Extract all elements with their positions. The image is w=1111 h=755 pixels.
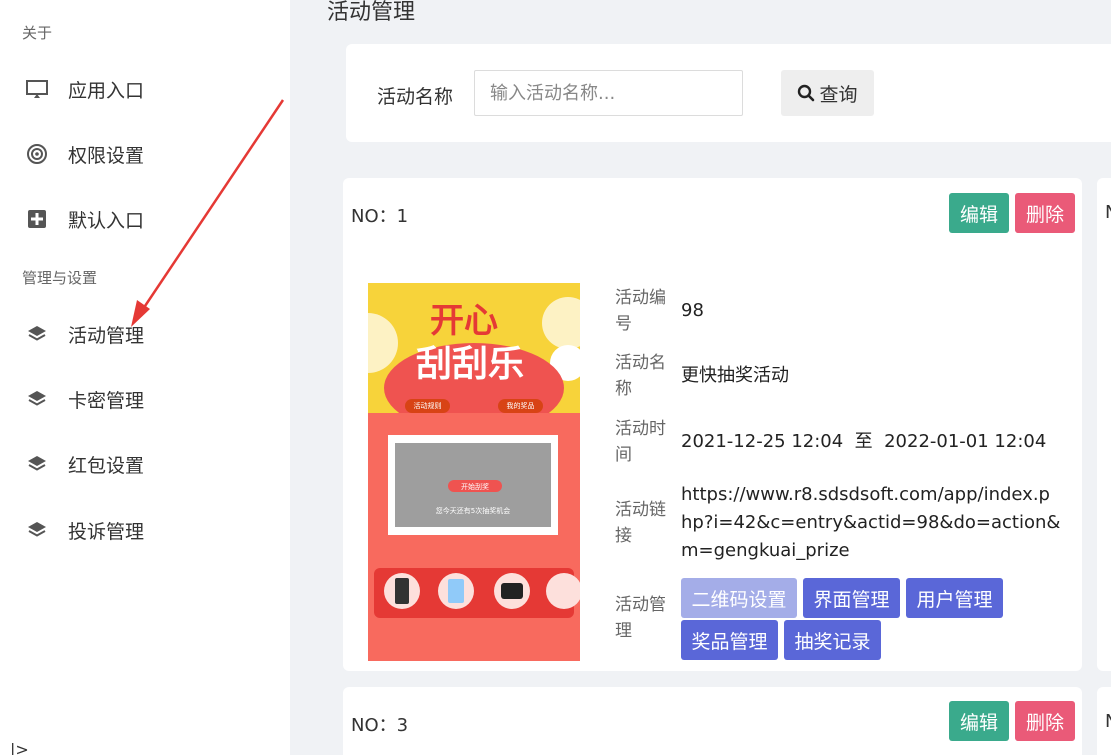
search-icon [798, 84, 815, 102]
sidebar-item-label: 权限设置 [68, 144, 145, 167]
sidebar-item-label: 应用入口 [68, 79, 145, 102]
sidebar-item-label: 活动管理 [68, 324, 145, 347]
layers-icon [24, 451, 50, 477]
sidebar-item-app-entry[interactable]: 应用入口 [24, 69, 274, 109]
label-activity-link: 活动链接 [615, 500, 666, 546]
sidebar: 关于 应用入口 权限设置 默认入口 管理与设置 活动管理 卡密管理 红包设置 投… [0, 0, 290, 755]
plus-square-icon [24, 206, 50, 232]
card-number: NO：3 [351, 715, 409, 736]
sidebar-item-activity-management[interactable]: 活动管理 [24, 314, 274, 354]
interface-management-button[interactable]: 界面管理 [803, 578, 900, 618]
card-number-partial: N [1105, 711, 1111, 732]
qrcode-settings-button[interactable]: 二维码设置 [681, 578, 797, 618]
value-activity-name: 更快抽奖活动 [681, 365, 789, 386]
monitor-icon [24, 76, 50, 102]
activity-card: NO：1 编辑 删除 开心 刮刮乐 活动规则 我的奖品 开始刮奖 您今天还有5次… [343, 178, 1082, 671]
user-management-button[interactable]: 用户管理 [906, 578, 1003, 618]
label-activity-time: 活动时间 [615, 419, 666, 465]
sidebar-item-red-packet[interactable]: 红包设置 [24, 444, 274, 484]
layers-icon [24, 386, 50, 412]
page-title: 活动管理 [327, 0, 416, 25]
activity-poster: 开心 刮刮乐 活动规则 我的奖品 开始刮奖 您今天还有5次抽奖机会 [368, 283, 580, 661]
sidebar-item-complaints[interactable]: 投诉管理 [24, 510, 274, 550]
search-input[interactable] [474, 70, 743, 116]
layers-icon [24, 321, 50, 347]
poster-chances-text: 您今天还有5次抽奖机会 [435, 507, 511, 515]
delete-button[interactable]: 删除 [1015, 701, 1075, 741]
sidebar-item-label: 投诉管理 [68, 520, 145, 543]
value-activity-time: 2021-12-25 12:04 至 2022-01-01 12:04 [681, 431, 1047, 452]
sidebar-item-permissions[interactable]: 权限设置 [24, 134, 274, 174]
sidebar-item-label: 红包设置 [68, 454, 145, 477]
label-activity-name: 活动名称 [615, 353, 666, 399]
activity-card: NO：3 编辑 删除 [343, 687, 1082, 755]
activity-card-partial [1097, 178, 1111, 671]
search-button-label: 查询 [819, 83, 858, 106]
value-activity-id: 98 [681, 300, 704, 321]
sidebar-item-label: 卡密管理 [68, 389, 145, 412]
prize-management-button[interactable]: 奖品管理 [681, 620, 778, 660]
poster-title-line2: 刮刮乐 [416, 343, 525, 385]
poster-my-prize-button: 我的奖品 [506, 402, 535, 410]
sidebar-item-card-secret[interactable]: 卡密管理 [24, 379, 274, 419]
poster-start-button: 开始刮奖 [461, 483, 489, 491]
sidebar-item-default-entry[interactable]: 默认入口 [24, 199, 274, 239]
label-activity-id: 活动编号 [615, 288, 666, 334]
label-activity-manage: 活动管理 [615, 595, 666, 641]
card-number: NO：1 [351, 206, 409, 227]
target-icon [24, 141, 50, 167]
search-bar: 活动名称 查询 [346, 44, 1111, 142]
draw-records-button[interactable]: 抽奖记录 [784, 620, 881, 660]
search-button[interactable]: 查询 [781, 70, 874, 116]
value-activity-link[interactable]: https://www.r8.sdsdsoft.com/app/index.ph… [681, 481, 1061, 565]
poster-rules-button: 活动规则 [413, 402, 442, 410]
edit-button[interactable]: 编辑 [949, 193, 1009, 233]
sidebar-section-about: 关于 [22, 24, 53, 42]
card-number-partial: N [1105, 202, 1111, 223]
layers-icon [24, 517, 50, 543]
search-label: 活动名称 [377, 86, 454, 108]
edit-button[interactable]: 编辑 [949, 701, 1009, 741]
sidebar-section-manage: 管理与设置 [22, 269, 98, 287]
delete-button[interactable]: 删除 [1015, 193, 1075, 233]
sidebar-item-label: 默认入口 [68, 209, 145, 232]
collapse-toggle[interactable]: |> [10, 740, 29, 755]
